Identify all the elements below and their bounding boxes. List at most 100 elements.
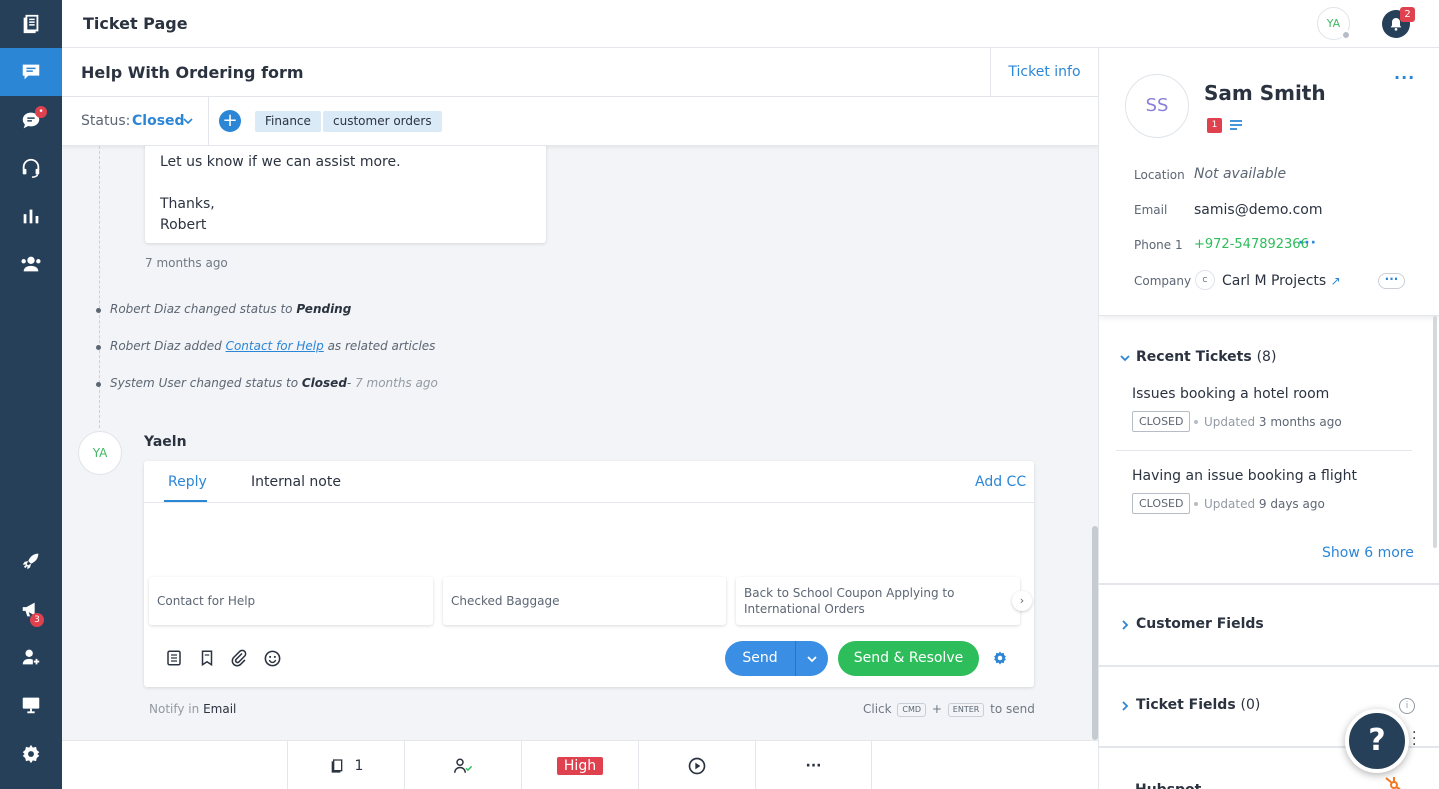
hint-text: Click	[863, 702, 892, 716]
nav-add-agent[interactable]	[0, 633, 62, 681]
contact-ticket-badge: 1	[1207, 118, 1222, 133]
email-value[interactable]: samis@demo.com	[1194, 202, 1323, 218]
phone-value[interactable]: +972-547892366	[1194, 237, 1309, 252]
company-menu-button[interactable]: ···	[1378, 273, 1405, 289]
chevron-down-icon[interactable]	[182, 115, 194, 127]
user-avatar[interactable]: YA	[1317, 7, 1351, 40]
kb-articles-button[interactable]: 1	[287, 741, 404, 789]
nav-calls[interactable]	[0, 144, 62, 192]
info-icon[interactable]: i	[1399, 698, 1415, 714]
ticket-title: Help With Ordering form	[81, 63, 304, 82]
kbd-enter: ENTER	[947, 703, 985, 717]
company-value[interactable]: Carl M Projects ↗	[1222, 273, 1341, 289]
nav-announcements[interactable]: 3	[0, 585, 62, 633]
contact-name[interactable]: Sam Smith	[1204, 81, 1326, 105]
send-resolve-button[interactable]: Send & Resolve	[838, 641, 979, 676]
headset-icon	[22, 158, 40, 178]
status-dropdown[interactable]: Closed	[132, 113, 185, 129]
message-line: Robert	[160, 217, 207, 233]
users-icon	[21, 256, 41, 272]
book-icon	[331, 758, 342, 773]
hint-text: +	[931, 702, 942, 716]
gear-icon	[22, 744, 40, 764]
help-widget-menu[interactable]: · · ·	[1412, 726, 1418, 752]
list-icon[interactable]	[1229, 118, 1243, 132]
contact-menu-button[interactable]: ···	[1394, 68, 1415, 87]
phone-menu-button[interactable]: ···	[1298, 235, 1317, 251]
suggested-article[interactable]: Back to School Coupon Applying to Intern…	[736, 577, 1020, 625]
template-icon[interactable]	[163, 647, 185, 669]
chat-icon	[22, 64, 40, 80]
separator-dot	[1194, 420, 1198, 424]
chevron-right-icon[interactable]: ›	[1012, 591, 1032, 611]
add-cc-link[interactable]: Add CC	[975, 474, 1026, 490]
nav-knowledge-base[interactable]	[0, 0, 62, 48]
assign-agent-button[interactable]	[404, 741, 521, 789]
send-button[interactable]: Send	[725, 641, 795, 676]
notify-channel-value[interactable]: Email	[203, 702, 236, 716]
reply-author: Yaeln	[144, 434, 187, 450]
priority-button[interactable]: High	[521, 741, 638, 789]
recent-tickets-title[interactable]: Recent Tickets (8)	[1136, 349, 1276, 365]
nav-customers[interactable]	[0, 240, 62, 288]
emoji-icon[interactable]	[261, 647, 283, 669]
left-nav: • 3	[0, 0, 62, 789]
divider	[1099, 665, 1439, 667]
play-button[interactable]	[638, 741, 755, 789]
help-widget-button[interactable]: ?	[1345, 709, 1409, 773]
hubspot-section-title[interactable]: Hubspot	[1135, 779, 1201, 789]
ticket-info-link[interactable]: Ticket info	[990, 48, 1098, 97]
reply-tabs: Reply Internal note Add CC	[144, 461, 1034, 503]
nav-widget[interactable]	[0, 681, 62, 729]
priority-badge: High	[556, 756, 604, 775]
ticket-fields-toggle[interactable]: Ticket Fields (0)	[1136, 697, 1260, 713]
chevron-down-icon[interactable]	[1119, 352, 1131, 364]
notify-channel: Notify in Email	[149, 702, 236, 716]
chevron-right-icon[interactable]	[1119, 619, 1131, 631]
tag-customer-orders[interactable]: customer orders	[323, 111, 442, 132]
send-options-button[interactable]	[795, 641, 828, 676]
chevron-down-icon	[807, 655, 817, 662]
nav-reports[interactable]	[0, 192, 62, 240]
recent-ticket-title[interactable]: Issues booking a hotel room	[1132, 386, 1329, 402]
message-time: 7 months ago	[145, 256, 228, 270]
timeline-event: System User changed status to Closed- 7 …	[96, 376, 438, 390]
recent-ticket-status: CLOSED	[1132, 493, 1191, 514]
event-status: Pending	[296, 302, 352, 316]
attachment-icon[interactable]	[228, 647, 250, 669]
recent-ticket-title[interactable]: Having an issue booking a flight	[1132, 468, 1357, 484]
monitor-icon	[22, 697, 40, 714]
page-title: Ticket Page	[83, 14, 188, 33]
nav-tickets[interactable]	[0, 48, 62, 96]
more-actions-button[interactable]: ···	[755, 741, 872, 789]
event-dot	[96, 308, 101, 313]
customer-fields-toggle[interactable]: Customer Fields	[1136, 616, 1264, 632]
bookmark-icon[interactable]	[196, 647, 218, 669]
book-icon	[23, 14, 39, 34]
updated-time: 9 days ago	[1258, 497, 1325, 511]
chevron-right-icon[interactable]	[1119, 700, 1131, 712]
tab-internal-note[interactable]: Internal note	[251, 474, 341, 490]
user-initials: YA	[1326, 17, 1341, 30]
add-tag-button[interactable]: +	[219, 110, 241, 132]
tag-finance[interactable]: Finance	[255, 111, 321, 132]
nav-getting-started[interactable]	[0, 537, 62, 585]
gear-icon[interactable]	[992, 650, 1008, 666]
event-time: 7 months ago	[355, 376, 438, 390]
suggested-article[interactable]: Checked Baggage	[443, 577, 726, 625]
announcements-badge: 3	[30, 613, 44, 627]
send-shortcut-hint: Click CMD + ENTER to send	[863, 702, 1035, 717]
suggested-article[interactable]: Contact for Help	[149, 577, 433, 625]
show-more-link[interactable]: Show 6 more	[1322, 545, 1414, 561]
nav-settings[interactable]	[0, 730, 62, 778]
event-text: System User changed status to	[110, 376, 302, 390]
timeline-event: Robert Diaz changed status to Pending	[96, 302, 352, 316]
customer-panel: SS Sam Smith ··· 1 Location Not availabl…	[1098, 48, 1439, 789]
nav-live-chat[interactable]: •	[0, 96, 62, 144]
updated-label: Updated	[1204, 497, 1256, 511]
timeline-event: Robert Diaz added Contact for Help as re…	[96, 339, 435, 353]
ticket-timeline: Let us know if we can assist more. Thank…	[62, 146, 1092, 740]
tab-reply[interactable]: Reply	[168, 474, 207, 490]
article-link[interactable]: Contact for Help	[226, 339, 324, 353]
panel-scrollbar[interactable]	[1433, 316, 1437, 548]
